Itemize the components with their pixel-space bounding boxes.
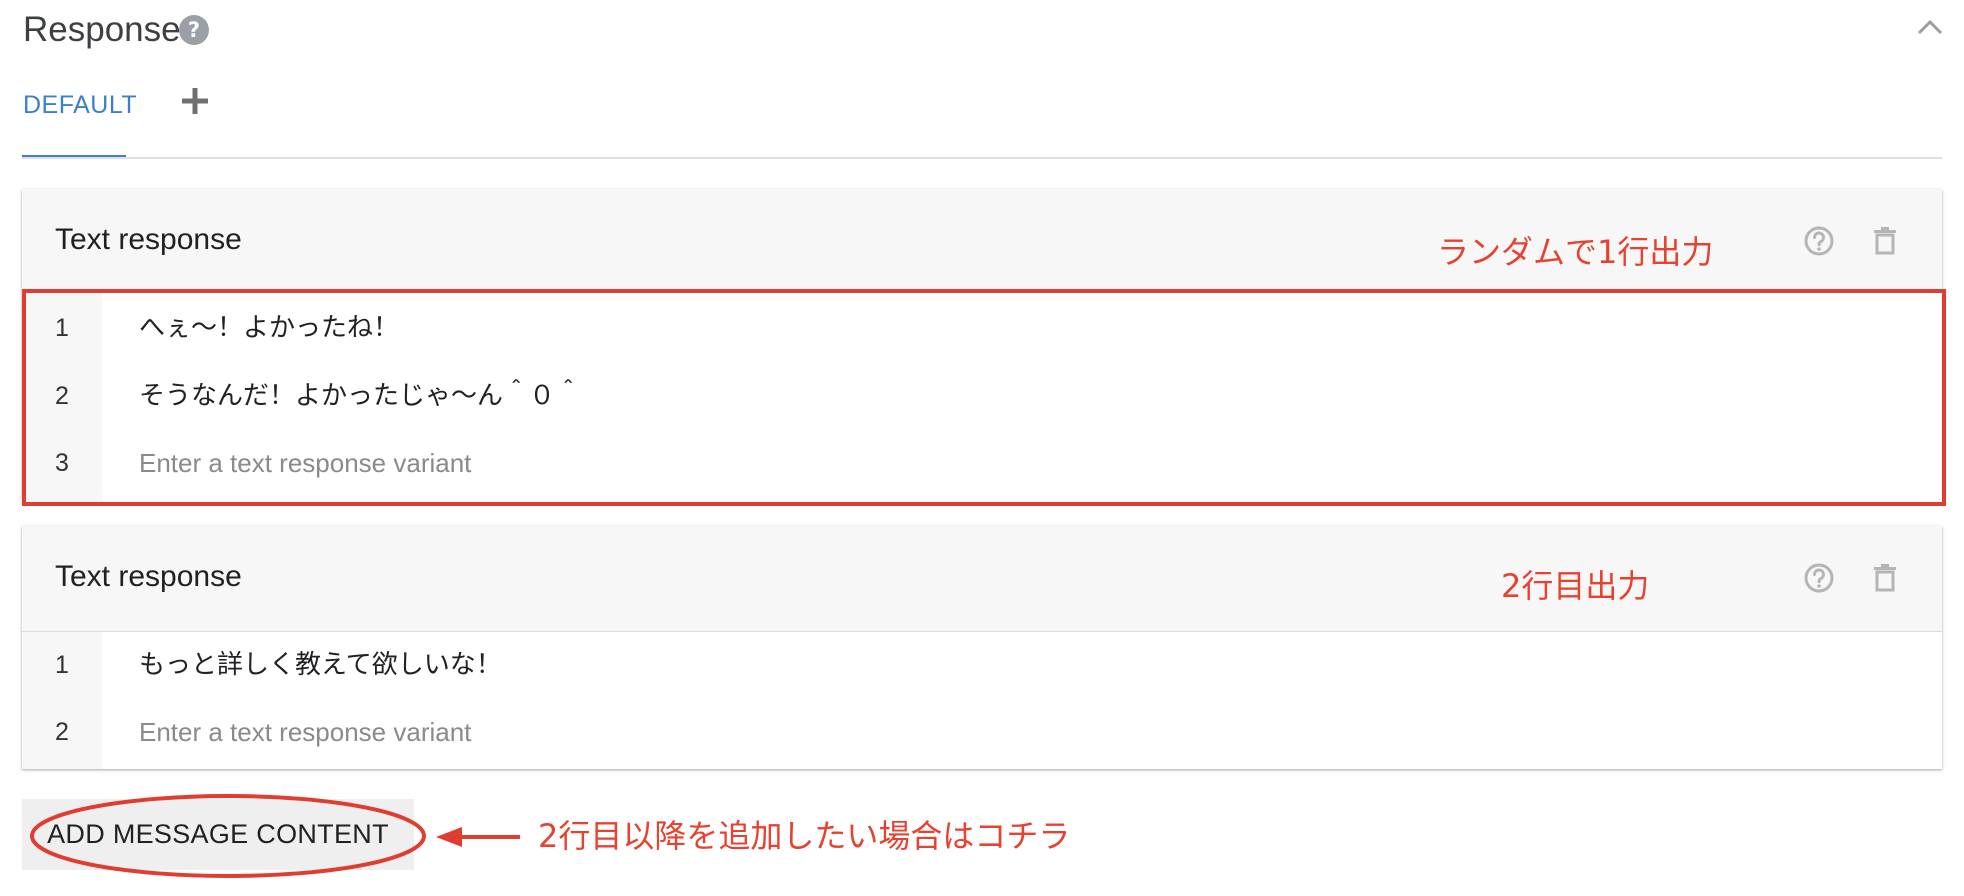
annotation-second-line: 2行目出力: [1501, 567, 1650, 605]
row-number: 1: [55, 651, 69, 679]
help-icon[interactable]: ?: [179, 15, 209, 45]
row-number: 2: [55, 718, 69, 746]
response-variant-input[interactable]: もっと詳しく教えて欲しいな！: [139, 648, 502, 682]
chevron-up-icon[interactable]: [1915, 16, 1945, 38]
annotation-add-hint: 2行目以降を追加したい場合はコチラ: [538, 817, 1071, 855]
arrow-left-icon: [436, 827, 520, 847]
annotation-highlight-box: [22, 289, 1946, 506]
card-header: Text response: [22, 526, 1942, 632]
help-outline-icon[interactable]: [1803, 225, 1835, 257]
card-title: Text response: [55, 223, 242, 256]
response-variant-input[interactable]: Enter a text response variant: [139, 715, 471, 749]
section-title: Response: [23, 10, 181, 49]
add-message-content-button[interactable]: ADD MESSAGE CONTENT: [22, 799, 414, 870]
card-title: Text response: [55, 560, 242, 593]
annotation-random-line: ランダムで1行出力: [1437, 233, 1714, 271]
plus-icon[interactable]: [180, 86, 210, 116]
trash-icon[interactable]: [1869, 562, 1901, 594]
trash-icon[interactable]: [1869, 225, 1901, 257]
tabs-divider: [22, 157, 1942, 159]
help-outline-icon[interactable]: [1803, 562, 1835, 594]
tab-default[interactable]: DEFAULT: [23, 88, 137, 122]
text-response-card: Text response 1 もっと詳しく教えて欲しいな！ 2 Enter a…: [22, 526, 1942, 769]
